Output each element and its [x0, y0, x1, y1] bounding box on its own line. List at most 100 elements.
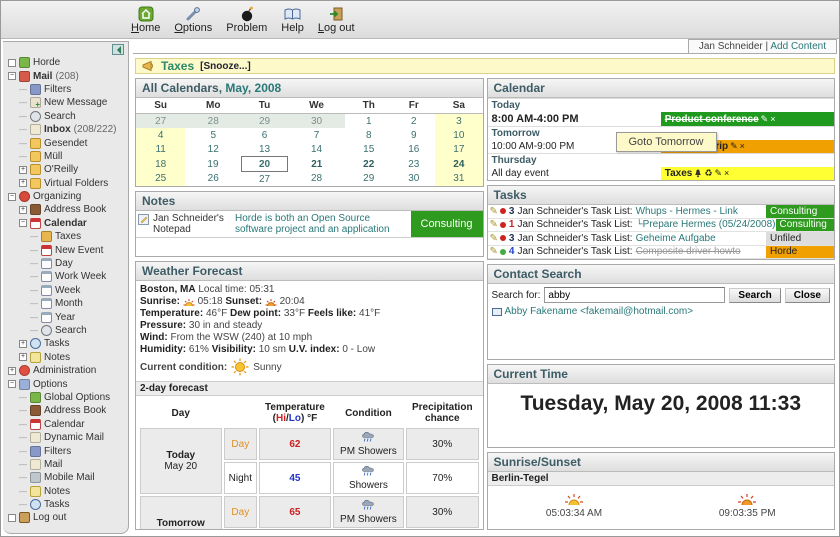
sidebar-item-tasks[interactable]: —Tasks	[3, 498, 128, 511]
calendar-day[interactable]: 30	[288, 114, 345, 129]
calendar-day[interactable]: 6	[241, 128, 288, 142]
calendar-day[interactable]: 21	[288, 157, 345, 172]
sidebar-item-gesendet[interactable]: —Gesendet	[3, 136, 128, 149]
sidebar-item-tasks[interactable]: +Tasks	[3, 337, 128, 350]
sidebar-item-organizing[interactable]: −Organizing	[3, 190, 128, 203]
task-link[interactable]: └Prepare Hermes (05/24/2008)	[636, 219, 776, 230]
event-badge-taxes[interactable]: Taxes♻✎×	[661, 167, 834, 180]
calendar-day[interactable]: 17	[435, 142, 482, 157]
sidebar-item-month[interactable]: —Month	[3, 297, 128, 310]
agenda-day-today[interactable]: Today	[488, 98, 835, 112]
edit-task-icon[interactable]: ✎	[490, 246, 498, 257]
edit-event-icon[interactable]: ✎	[730, 142, 738, 151]
delete-event-icon[interactable]: ×	[740, 142, 745, 151]
month-link[interactable]: May,	[225, 81, 251, 95]
sidebar-item-options[interactable]: −Options	[3, 377, 128, 390]
home-button[interactable]: Home	[131, 5, 160, 34]
sidebar-item-new-event[interactable]: —New Event	[3, 243, 128, 256]
calendar-day[interactable]: 13	[241, 142, 288, 157]
sidebar-item-new-message[interactable]: —New Message	[3, 96, 128, 109]
calendar-day[interactable]: 27	[136, 114, 185, 129]
calendar-day[interactable]: 26	[185, 172, 241, 187]
sidebar-item-day[interactable]: —Day	[3, 257, 128, 270]
sidebar-item-work-week[interactable]: —Work Week	[3, 270, 128, 283]
calendar-day[interactable]: 19	[185, 157, 241, 172]
event-badge-product-conference[interactable]: Product conference✎×	[661, 112, 834, 126]
alarm-snooze-link[interactable]: [Snooze...]	[200, 61, 251, 72]
sidebar-item-mail[interactable]: —Mail	[3, 458, 128, 471]
delete-event-icon[interactable]: ×	[770, 115, 775, 124]
sidebar-item-virtual-folders[interactable]: +Virtual Folders	[3, 177, 128, 190]
calendar-day[interactable]: 18	[136, 157, 185, 172]
calendar-day[interactable]: 28	[185, 114, 241, 129]
calendar-day[interactable]: 25	[136, 172, 185, 187]
sidebar-item-m-ll[interactable]: —Müll	[3, 150, 128, 163]
calendar-day[interactable]: 22	[345, 157, 392, 172]
sidebar-item-filters[interactable]: —Filters	[3, 444, 128, 457]
calendar-day-today[interactable]: 20	[241, 157, 288, 172]
sidebar-item-filters[interactable]: —Filters	[3, 83, 128, 96]
calendar-day[interactable]: 1	[345, 114, 392, 129]
sidebar-item-log-out[interactable]: Log out	[3, 511, 128, 524]
edit-task-icon[interactable]: ✎	[490, 219, 498, 230]
task-link[interactable]: Geheime Aufgabe	[636, 233, 716, 244]
sidebar-item-mail[interactable]: −Mail(208)	[3, 69, 128, 82]
sidebar-item-week[interactable]: —Week	[3, 284, 128, 297]
calendar-day[interactable]: 30	[392, 172, 435, 187]
sidebar-item-notes[interactable]: —Notes	[3, 485, 128, 498]
calendar-day[interactable]: 3	[435, 114, 482, 129]
sidebar-item-inbox[interactable]: —Inbox(208/222)	[3, 123, 128, 136]
calendar-day[interactable]: 29	[345, 172, 392, 187]
sidebar-item-administration[interactable]: +Administration	[3, 364, 128, 377]
sidebar-item-taxes[interactable]: —Taxes	[3, 230, 128, 243]
calendar-day[interactable]: 31	[435, 172, 482, 187]
calendar-day[interactable]: 24	[435, 157, 482, 172]
sidebar-item-search[interactable]: —Search	[3, 110, 128, 123]
edit-event-icon[interactable]: ✎	[714, 169, 722, 178]
logout-button[interactable]: Log out	[318, 5, 355, 34]
edit-event-icon[interactable]: ✎	[761, 115, 769, 124]
calendar-day[interactable]: 5	[185, 128, 241, 142]
contact-search-button[interactable]: Search	[729, 288, 780, 303]
calendar-day[interactable]: 7	[288, 128, 345, 142]
sidebar-item-notes[interactable]: +Notes	[3, 351, 128, 364]
sidebar-item-address-book[interactable]: +Address Book	[3, 203, 128, 216]
task-link[interactable]: Whups - Hermes - Link	[636, 206, 738, 217]
calendar-day[interactable]: 8	[345, 128, 392, 142]
calendar-day[interactable]: 27	[241, 172, 288, 187]
calendar-day[interactable]: 29	[241, 114, 288, 129]
note-link[interactable]: Horde is both an Open Source software pr…	[235, 213, 390, 235]
calendar-day[interactable]: 15	[345, 142, 392, 157]
calendar-day[interactable]: 2	[392, 114, 435, 129]
edit-task-icon[interactable]: ✎	[490, 233, 498, 244]
options-button[interactable]: Options	[174, 5, 212, 34]
calendar-day[interactable]: 11	[136, 142, 185, 157]
sidebar-item-mobile-mail[interactable]: —Mobile Mail	[3, 471, 128, 484]
sidebar-item-dynamic-mail[interactable]: —Dynamic Mail	[3, 431, 128, 444]
calendar-day[interactable]: 23	[392, 157, 435, 172]
sidebar-item-calendar[interactable]: —Calendar	[3, 418, 128, 431]
calendar-day[interactable]: 28	[288, 172, 345, 187]
contact-search-input[interactable]	[544, 287, 725, 303]
task-link[interactable]: Composite driver howto	[636, 246, 741, 257]
sidebar-item-address-book[interactable]: —Address Book	[3, 404, 128, 417]
sidebar-item-o-reilly[interactable]: +O'Reilly	[3, 163, 128, 176]
sidebar-item-search[interactable]: —Search	[3, 324, 128, 337]
calendar-day[interactable]: 4	[136, 128, 185, 142]
calendar-day[interactable]: 16	[392, 142, 435, 157]
sidebar-item-horde[interactable]: Horde	[3, 56, 128, 69]
sidebar-item-global-options[interactable]: —Global Options	[3, 391, 128, 404]
delete-event-icon[interactable]: ×	[724, 169, 729, 178]
calendar-day[interactable]: 12	[185, 142, 241, 157]
contact-result-link[interactable]: Abby Fakename <fakemail@hotmail.com>	[505, 306, 694, 317]
calendar-day[interactable]: 14	[288, 142, 345, 157]
calendar-day[interactable]: 9	[392, 128, 435, 142]
help-button[interactable]: Help	[281, 5, 304, 34]
problem-button[interactable]: Problem	[226, 5, 267, 34]
year-link[interactable]: 2008	[255, 81, 282, 95]
sidebar-item-year[interactable]: —Year	[3, 310, 128, 323]
calendar-day[interactable]: 10	[435, 128, 482, 142]
contact-close-button[interactable]: Close	[785, 288, 830, 303]
add-content-link[interactable]: Add Content	[770, 41, 826, 52]
sidebar-collapse-button[interactable]	[112, 44, 124, 55]
